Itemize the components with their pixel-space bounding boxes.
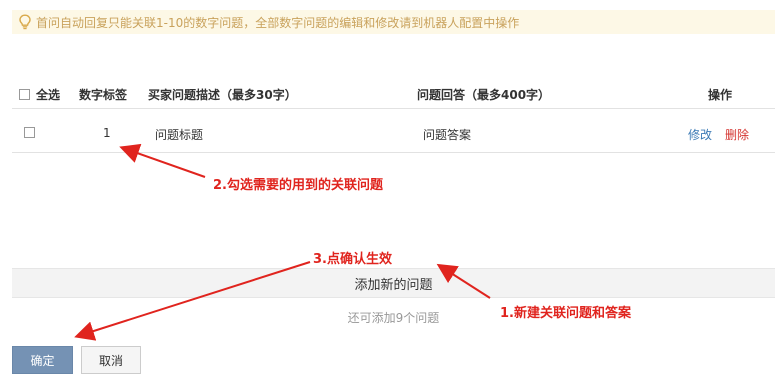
annotation-step2: 2.勾选需要的用到的关联问题 [213, 178, 383, 193]
annotation-step1: 1.新建关联问题和答案 [500, 306, 631, 321]
annotation-step3: 3.点确认生效 [313, 252, 392, 267]
annotation-arrows [74, 143, 491, 341]
arrow-step3 [74, 261, 311, 341]
arrow-step1 [436, 263, 491, 299]
arrow-step2 [119, 143, 206, 178]
